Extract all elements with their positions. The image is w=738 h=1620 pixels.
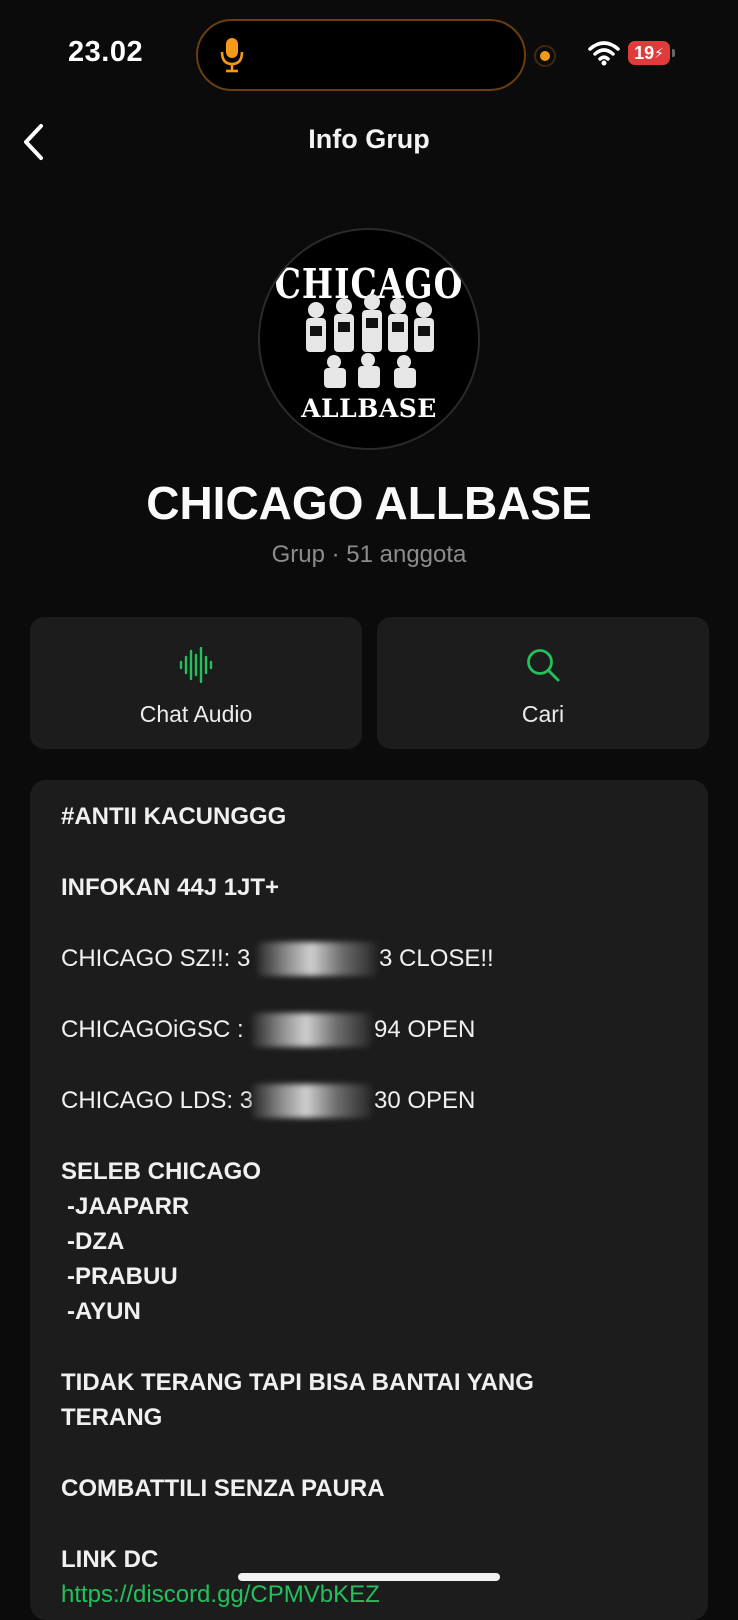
- redacted-number: [252, 1084, 372, 1118]
- group-name: CHICAGO ALLBASE: [146, 477, 592, 529]
- redacted-number: [252, 1013, 372, 1047]
- description-line: INFOKAN 44J 1JT+: [61, 874, 280, 901]
- description-line: 3 CLOSE!!: [379, 945, 494, 972]
- group-member-count: Grup · 51 anggota: [271, 541, 467, 568]
- description-line: TERANG: [61, 1404, 163, 1431]
- avatar-logo-bottom: ALLBASE: [301, 394, 437, 423]
- description-line: CHICAGOiGSC :: [61, 1016, 244, 1043]
- recording-indicator-icon: [534, 45, 556, 67]
- microphone-icon: [220, 38, 244, 73]
- search-icon: [527, 649, 560, 682]
- search-label: Cari: [521, 701, 565, 727]
- description-line: LINK DC: [61, 1546, 159, 1573]
- home-indicator[interactable]: [238, 1573, 500, 1581]
- discord-link[interactable]: https://discord.gg/CPMVbKEZ: [61, 1580, 380, 1610]
- battery-tip: [672, 49, 675, 57]
- description-line: TIDAK TERANG TAPI BISA BANTAI YANG: [61, 1369, 534, 1396]
- seleb-item: -PRABUU: [67, 1263, 178, 1290]
- chat-audio-label: Chat Audio: [139, 701, 253, 727]
- group-avatar[interactable]: CHICAGO ALLBASE: [258, 228, 480, 450]
- dynamic-island: [196, 19, 526, 91]
- page-title: Info Grup: [308, 124, 430, 154]
- description-line: CHICAGO LDS: 3: [61, 1087, 254, 1114]
- redacted-number: [257, 942, 377, 976]
- chat-audio-button[interactable]: Chat Audio: [30, 617, 362, 749]
- description-line: COMBATTILI SENZA PAURA: [61, 1475, 385, 1502]
- battery-level: 19: [634, 42, 655, 63]
- description-line: CHICAGO SZ!!: 3: [61, 945, 251, 972]
- seleb-item: -DZA: [67, 1228, 125, 1255]
- description-line: 30 OPEN: [374, 1087, 476, 1114]
- search-button[interactable]: Cari: [377, 617, 709, 749]
- avatar-artwork: [306, 294, 434, 388]
- audio-waveform-icon: [179, 647, 213, 683]
- group-description: #ANTII KACUNGGG INFOKAN 44J 1JT+ CHICAGO…: [30, 780, 708, 1620]
- status-time: 23.02: [68, 36, 144, 68]
- seleb-item: -JAAPARR: [67, 1193, 190, 1220]
- description-line: 94 OPEN: [374, 1016, 476, 1043]
- battery-icon: 19 ⚡: [628, 41, 670, 65]
- wifi-icon: [588, 41, 620, 66]
- description-line: #ANTII KACUNGGG: [61, 803, 287, 830]
- status-bar: 23.02 19 ⚡: [0, 0, 738, 110]
- seleb-item: -AYUN: [67, 1298, 141, 1325]
- description-line: SELEB CHICAGO: [61, 1158, 262, 1185]
